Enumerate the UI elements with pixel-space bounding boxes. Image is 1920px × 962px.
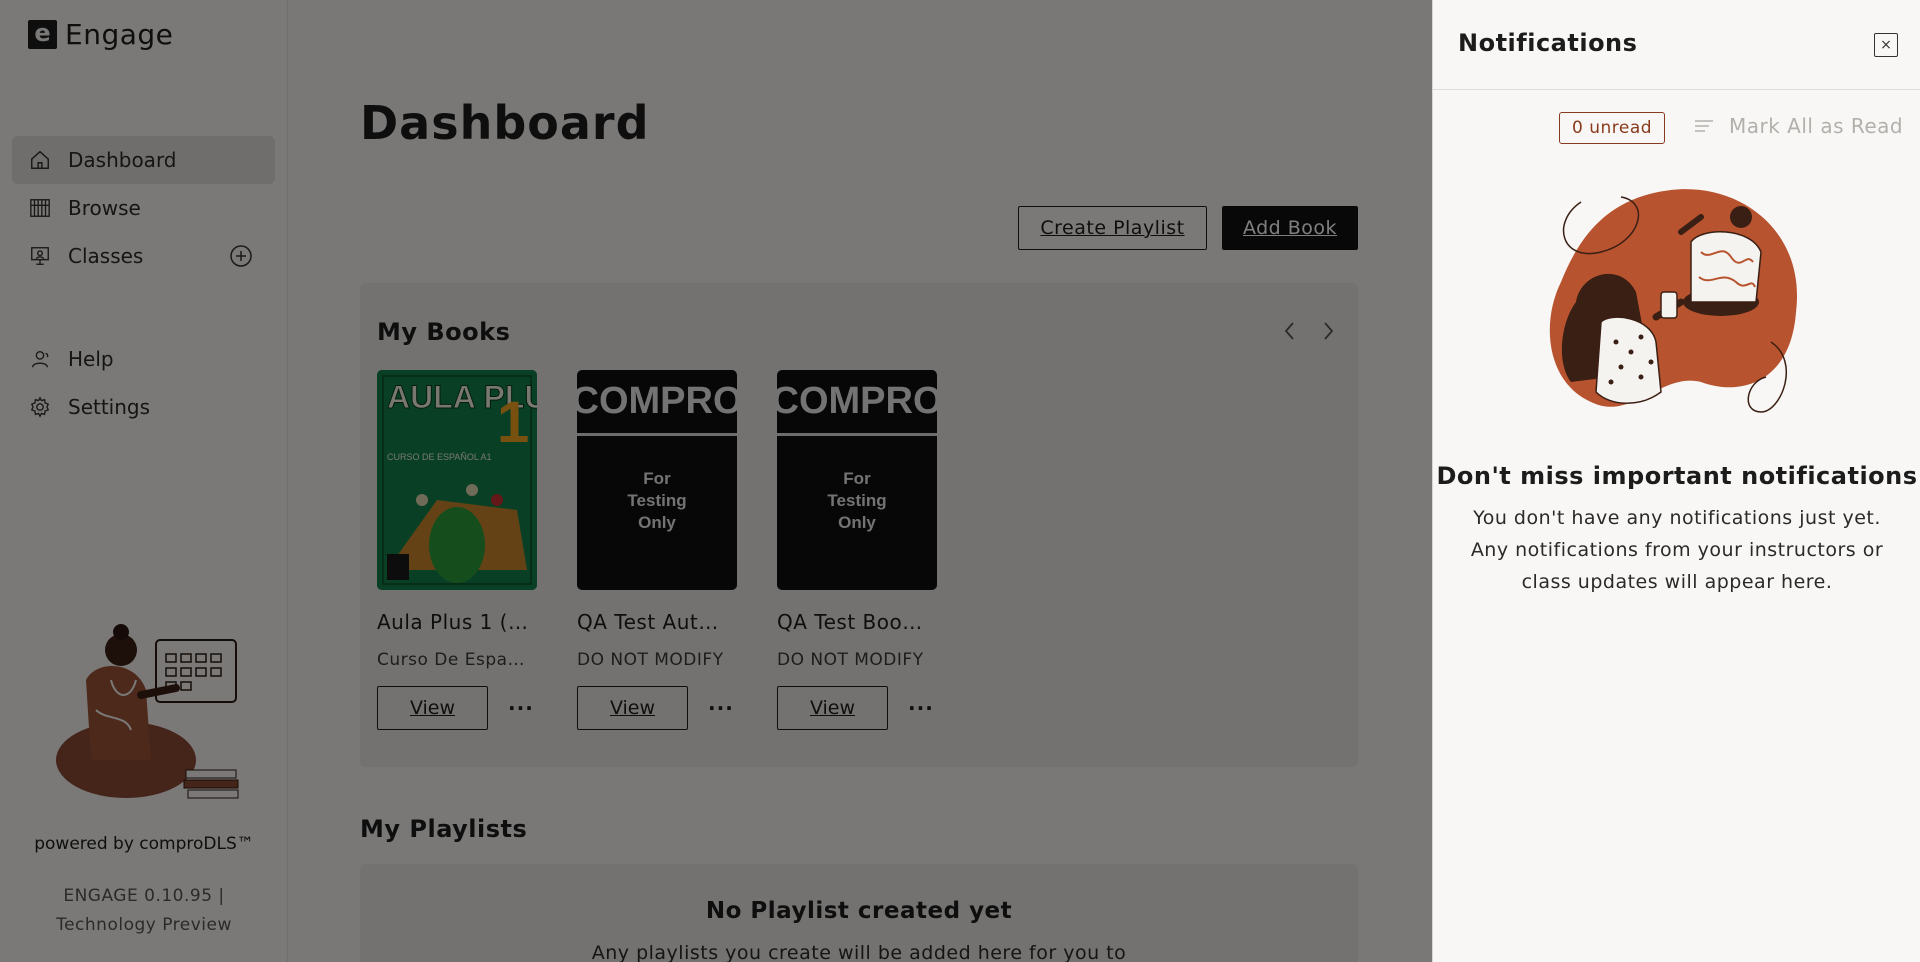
empty-state-title: Don't miss important notifications <box>1436 462 1918 490</box>
notifications-drawer: Notifications × 0 unread Mark All as Rea… <box>1432 0 1920 962</box>
drawer-header: Notifications × <box>1433 0 1920 90</box>
close-icon[interactable]: × <box>1874 33 1898 57</box>
empty-notifications-illustration <box>1541 182 1811 436</box>
mark-read-icon <box>1695 114 1715 138</box>
mark-all-read-label: Mark All as Read <box>1729 114 1904 138</box>
empty-state-text: You don't have any notifications just ye… <box>1470 507 1884 593</box>
drawer-title: Notifications <box>1458 29 1638 57</box>
unread-count-badge: 0 unread <box>1559 112 1666 144</box>
mark-all-read-button[interactable]: Mark All as Read <box>1695 114 1903 138</box>
